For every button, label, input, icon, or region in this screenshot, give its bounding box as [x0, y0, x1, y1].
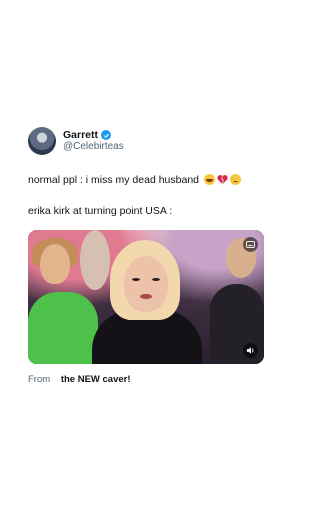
tweet-text-1: normal ppl : i miss my dead husband: [28, 174, 199, 186]
name-row: Garrett: [63, 129, 124, 141]
tweet-text-line-2: erika kirk at turning point USA :: [28, 205, 173, 217]
tweet-author[interactable]: Garrett @Celebirteas: [28, 127, 264, 155]
singer-lips: [140, 294, 152, 299]
background-dancer: [80, 230, 110, 290]
from-label: From: [28, 374, 51, 385]
emoji-group: [203, 174, 241, 185]
volume-icon[interactable]: [243, 343, 258, 358]
singer-face: [124, 256, 168, 312]
display-name[interactable]: Garrett: [63, 129, 98, 141]
media-source-caption[interactable]: From the NEW caver!: [28, 374, 131, 385]
source-title[interactable]: the NEW caver!: [61, 374, 131, 385]
left-dancer-face: [40, 244, 70, 284]
tweet-video[interactable]: [28, 230, 264, 364]
verified-badge-icon: [101, 130, 112, 140]
caption-icon[interactable]: [243, 237, 258, 252]
tweet-text-line-1: normal ppl : i miss my dead husband: [28, 173, 241, 187]
sad-tear-emoji-icon: [229, 174, 241, 185]
laughing-crying-emoji-icon: [203, 174, 215, 185]
handle[interactable]: @Celebirteas: [63, 141, 124, 153]
author-names: Garrett @Celebirteas: [63, 129, 124, 153]
tweet-card: Garrett @Celebirteas normal ppl : i miss…: [28, 127, 264, 385]
avatar[interactable]: [28, 127, 56, 155]
broken-heart-emoji-icon: [217, 174, 228, 185]
left-dancer: [28, 292, 98, 364]
singer-eye-left: [132, 278, 140, 281]
singer-eye-right: [152, 278, 160, 281]
